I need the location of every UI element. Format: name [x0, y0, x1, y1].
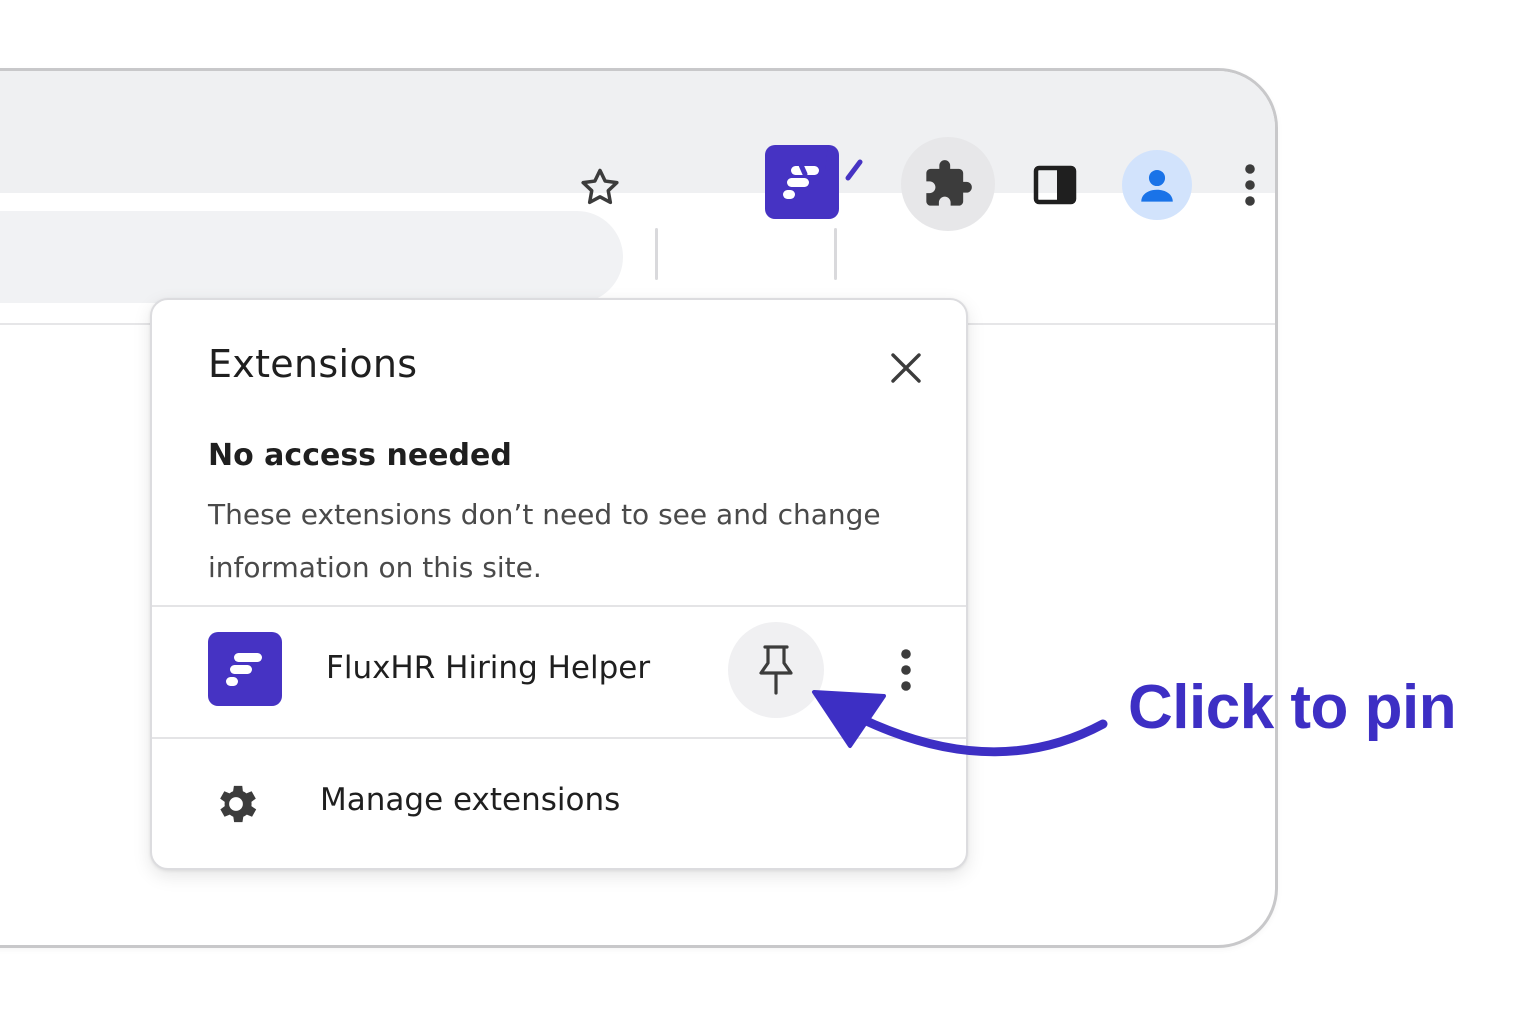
extensions-popup: Extensions No access needed These extens… [150, 298, 968, 870]
extension-icon [208, 632, 282, 706]
popup-title: Extensions [208, 342, 418, 386]
address-bar[interactable] [0, 211, 623, 303]
tab-strip [0, 71, 1275, 193]
section-heading: No access needed [208, 438, 512, 473]
extension-name: FluxHR Hiring Helper [326, 650, 651, 686]
browser-menu-button[interactable] [1230, 160, 1270, 210]
gear-icon [220, 785, 257, 823]
side-panel-icon [1033, 165, 1077, 205]
person-icon [1141, 169, 1173, 202]
extensions-button[interactable] [901, 137, 995, 231]
star-icon [581, 168, 619, 205]
bookmark-button[interactable] [574, 162, 626, 214]
profile-button[interactable] [1122, 150, 1192, 220]
gear-icon-wrapper [210, 778, 262, 830]
close-button[interactable] [882, 344, 930, 392]
highlight-sparks-icon [794, 145, 863, 181]
fluxhr-logo-icon [226, 653, 262, 686]
manage-extensions-label: Manage extensions [320, 782, 621, 818]
divider [152, 605, 966, 607]
click-to-pin-annotation: Click to pin [1128, 673, 1457, 742]
curved-arrow-icon [812, 690, 1108, 757]
section-description: These extensions don’t need to see and c… [208, 498, 881, 584]
toolbar-divider [834, 228, 837, 280]
three-dots-vertical-icon [1245, 164, 1255, 206]
puzzle-icon [926, 160, 972, 206]
pin-icon [759, 645, 793, 695]
toolbar-divider [655, 228, 658, 280]
side-panel-button[interactable] [1030, 160, 1080, 210]
close-icon [891, 353, 921, 383]
